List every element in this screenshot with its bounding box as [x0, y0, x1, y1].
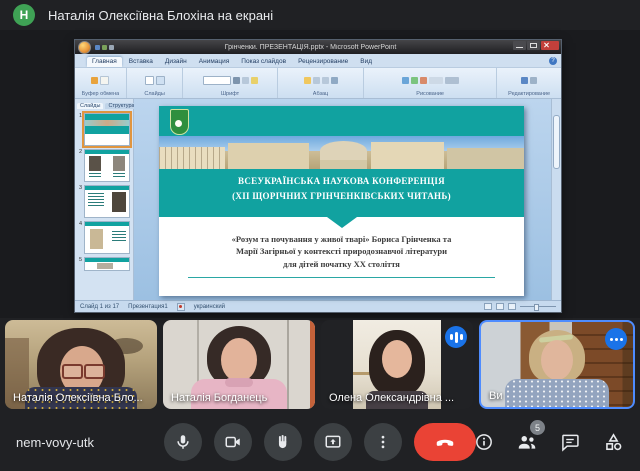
slide-thumbnail-2[interactable]: 2	[76, 149, 130, 182]
camera-button[interactable]	[214, 423, 252, 461]
meeting-code: nem-vovy-utk	[16, 435, 94, 450]
status-view-controls[interactable]	[484, 303, 556, 310]
conference-title: ВСЕУКРАЇНСЬКА НАУКОВА КОНФЕРЕНЦІЯ (ХІІ Щ…	[159, 169, 524, 217]
topic-line1: «Розум та почування у живої тварі» Борис…	[159, 233, 524, 245]
minimize-button[interactable]	[513, 41, 526, 50]
spellcheck-icon[interactable]	[177, 303, 185, 311]
microphone-button[interactable]	[164, 423, 202, 461]
panel-tab-outline[interactable]: Структура	[105, 103, 137, 109]
participant-name-self: Ви	[489, 390, 502, 402]
topic-line2: Марії Загірньої у контексті природознавч…	[159, 245, 524, 257]
chat-icon	[560, 432, 580, 452]
audio-activity-indicator	[445, 326, 467, 348]
status-slide-number: Слайд 1 из 17	[80, 304, 119, 310]
more-options-button[interactable]	[364, 423, 402, 461]
participant-count-badge: 5	[530, 420, 545, 435]
ppt-status-bar: Слайд 1 из 17 Презентация1 украинский	[75, 300, 561, 312]
vertical-scrollbar[interactable]	[551, 99, 561, 300]
undo-icon[interactable]	[102, 45, 107, 50]
slide-canvas[interactable]: ВСЕУКРАЇНСЬКА НАУКОВА КОНФЕРЕНЦІЯ (ХІІ Щ…	[134, 99, 561, 300]
save-icon[interactable]	[95, 45, 100, 50]
ribbon-tab-view[interactable]: Вид	[355, 57, 377, 67]
info-icon	[474, 432, 494, 452]
sorter-view-icon[interactable]	[496, 303, 504, 310]
ribbon-group-drawing[interactable]: Рисование	[364, 68, 497, 98]
ribbon-tab-animation[interactable]: Анимация	[194, 57, 235, 67]
chat-button[interactable]	[559, 431, 581, 453]
participant-tile-2[interactable]: Наталія Богданець	[163, 320, 315, 409]
topic-line3: для дітей початку ХХ століття	[159, 258, 524, 270]
participant-tile-1[interactable]: Наталія Олексіївна Бло...	[5, 320, 157, 409]
ribbon-group-editing[interactable]: Редактирование	[497, 68, 561, 98]
slide-thumbnail-1[interactable]: 1	[76, 113, 130, 146]
slide-thumbnail-3[interactable]: 3	[76, 185, 130, 218]
present-screen-button[interactable]	[314, 423, 352, 461]
ribbon: Буфер обмена Слайды Шрифт Абзац Рисовани…	[75, 68, 561, 99]
end-call-icon	[434, 431, 456, 453]
ribbon-tab-slideshow[interactable]: Показ слайдов	[236, 57, 291, 67]
ppt-window-title: Грінченки. ПРЕЗЕНТАЦІЯ.pptx - Microsoft …	[114, 44, 507, 51]
participant-tile-self[interactable]: Ви	[479, 320, 635, 409]
conference-title-line2: (ХІІ ЩОРІЧНИХ ГРІНЧЕНКІВСЬКИХ ЧИТАНЬ)	[159, 189, 524, 204]
window-controls	[513, 41, 559, 50]
screen-share-area: Грінченки. ПРЕЗЕНТАЦІЯ.pptx - Microsoft …	[0, 30, 640, 318]
meet-control-bar: nem-vovy-utk	[0, 413, 640, 471]
close-button[interactable]	[541, 41, 559, 50]
help-icon[interactable]: ?	[549, 57, 557, 65]
buildings-photo-strip	[159, 136, 524, 169]
ppt-title-bar[interactable]: Грінченки. ПРЕЗЕНТАЦІЯ.pptx - Microsoft …	[75, 40, 561, 54]
university-logo-icon	[170, 109, 189, 135]
presenter-avatar: Н	[13, 4, 35, 26]
status-theme-name: Презентация1	[128, 304, 168, 310]
participant-name-1: Наталія Олексіївна Бло...	[13, 392, 143, 404]
camera-icon	[224, 433, 242, 451]
scrollbar-thumb[interactable]	[553, 115, 560, 169]
activities-button[interactable]	[602, 431, 624, 453]
maximize-button[interactable]	[527, 41, 540, 50]
google-meet-window: Н Наталія Олексіївна Блохіна на екрані Г…	[0, 0, 640, 471]
powerpoint-window: Грінченки. ПРЕЗЕНТАЦІЯ.pptx - Microsoft …	[75, 40, 561, 312]
present-screen-icon	[324, 433, 342, 451]
slide-thumbnail-4[interactable]: 4	[76, 221, 130, 254]
more-options-icon	[374, 433, 392, 451]
office-button-icon[interactable]	[78, 41, 91, 54]
conference-title-line1: ВСЕУКРАЇНСЬКА НАУКОВА КОНФЕРЕНЦІЯ	[159, 174, 524, 189]
quick-access-toolbar[interactable]	[95, 45, 114, 50]
slideshow-view-icon[interactable]	[508, 303, 516, 310]
participant-tiles-row: Наталія Олексіївна Бло... Наталія Богдан…	[0, 318, 640, 413]
ribbon-group-slides[interactable]: Слайды	[127, 68, 183, 98]
ribbon-tab-bar: Главная Вставка Дизайн Анимация Показ сл…	[75, 54, 561, 68]
current-slide: ВСЕУКРАЇНСЬКА НАУКОВА КОНФЕРЕНЦІЯ (ХІІ Щ…	[159, 106, 524, 296]
ribbon-tab-design[interactable]: Дизайн	[160, 57, 192, 67]
teal-triangle-pointer	[327, 217, 357, 228]
ribbon-tab-insert[interactable]: Вставка	[124, 57, 158, 67]
participant-name-3: Олена Олександрівна ...	[329, 392, 454, 404]
ribbon-group-font[interactable]: Шрифт	[183, 68, 278, 98]
ribbon-tab-home[interactable]: Главная	[87, 57, 122, 67]
tile-options-button[interactable]	[605, 328, 627, 350]
presenting-bar: Н Наталія Олексіївна Блохіна на екрані	[0, 0, 640, 30]
topic-block: «Розум та почування у живої тварі» Борис…	[159, 217, 524, 296]
end-call-button[interactable]	[414, 423, 476, 461]
meeting-info-button[interactable]	[473, 431, 495, 453]
raise-hand-button[interactable]	[264, 423, 302, 461]
people-button[interactable]: 5	[516, 431, 538, 453]
slide-thumbnail-5[interactable]: 5	[76, 257, 130, 271]
participant-tile-3[interactable]: Олена Олександрівна ...	[321, 320, 473, 409]
panel-tab-slides[interactable]: Слайды	[77, 103, 103, 109]
microphone-icon	[174, 433, 192, 451]
presenting-label: Наталія Олексіївна Блохіна на екрані	[48, 8, 273, 23]
ribbon-tab-review[interactable]: Рецензирование	[293, 57, 353, 67]
zoom-slider[interactable]	[520, 306, 556, 307]
divider-rule	[188, 277, 495, 278]
participant-name-2: Наталія Богданець	[171, 392, 267, 404]
normal-view-icon[interactable]	[484, 303, 492, 310]
slide-header-band	[159, 106, 524, 136]
ribbon-group-paragraph[interactable]: Абзац	[278, 68, 364, 98]
ribbon-group-clipboard[interactable]: Буфер обмена	[75, 68, 127, 98]
activities-icon	[603, 432, 624, 453]
slides-panel: Слайды Структура × 1	[75, 99, 134, 300]
status-language: украинский	[194, 304, 225, 310]
raise-hand-icon	[274, 433, 292, 451]
